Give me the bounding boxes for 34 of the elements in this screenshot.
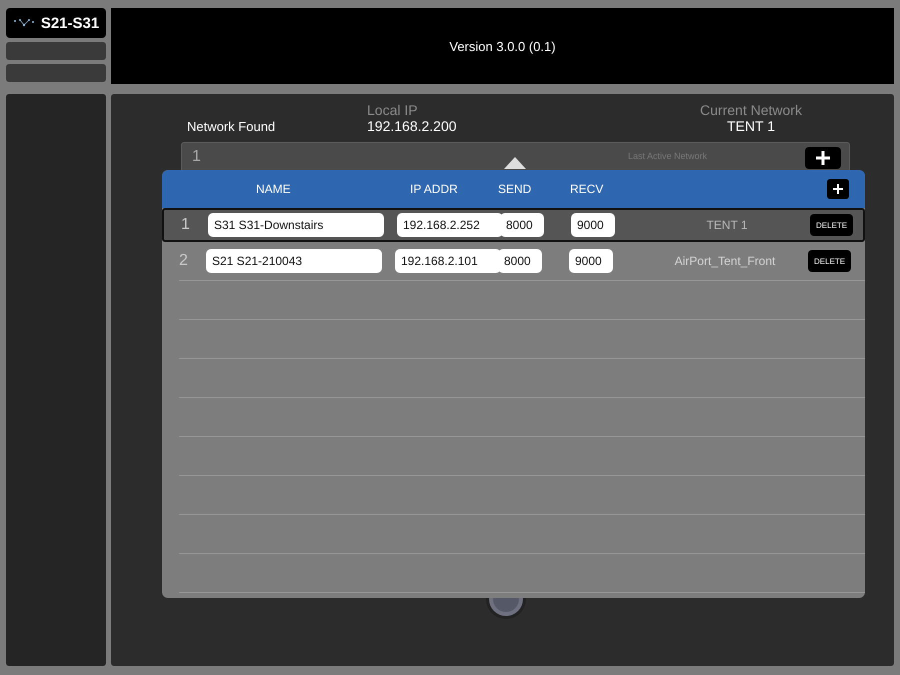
send-port-field[interactable]: 8000 <box>498 249 542 273</box>
name-field[interactable]: S21 S21-210043 <box>206 249 382 273</box>
local-ip-label: Local IP <box>367 102 418 118</box>
row-number: 1 <box>192 148 201 166</box>
row-number: 1 <box>181 216 190 234</box>
ip-field[interactable]: 192.168.2.252 <box>397 213 503 237</box>
network-name: TENT 1 <box>705 218 749 232</box>
plus-icon <box>833 184 843 194</box>
add-button[interactable] <box>827 179 849 199</box>
device-row[interactable]: 2 S21 S21-210043 192.168.2.101 8000 9000 AirPort_Tent_Front DELETE <box>179 242 865 281</box>
row-number: 2 <box>179 252 188 270</box>
current-network-label: Current Network <box>700 102 802 118</box>
recv-port-field[interactable]: 9000 <box>571 213 615 237</box>
local-ip-value: 192.168.2.200 <box>367 118 457 134</box>
delete-button[interactable]: DELETE <box>810 214 854 236</box>
network-nodes-icon <box>12 18 35 28</box>
triangle-icon <box>504 157 526 169</box>
current-network-value: TENT 1 <box>727 118 775 134</box>
version-text: Version 3.0.0 (0.1) <box>449 38 556 54</box>
recv-port-field[interactable]: 9000 <box>569 249 613 273</box>
column-header: NAME <box>256 182 291 196</box>
app-logo: S21-S31 <box>6 8 106 38</box>
network-status: Network Found <box>187 119 276 134</box>
add-button[interactable] <box>805 147 841 169</box>
send-port-field[interactable]: 8000 <box>500 213 544 237</box>
network-name: AirPort_Tent_Front <box>674 254 776 268</box>
delete-button[interactable]: DELETE <box>808 250 852 272</box>
ip-field[interactable]: 192.168.2.101 <box>395 249 501 273</box>
name-field[interactable]: S31 S31-Downstairs <box>208 213 384 237</box>
plus-icon <box>816 151 830 165</box>
device-row[interactable]: 1 S31 S31-Downstairs 192.168.2.252 8000 9000 TENT 1 DELETE <box>162 208 865 242</box>
column-header: RECV <box>570 182 604 196</box>
column-header: IP ADDR <box>410 182 458 196</box>
column-header: SEND <box>498 182 532 196</box>
